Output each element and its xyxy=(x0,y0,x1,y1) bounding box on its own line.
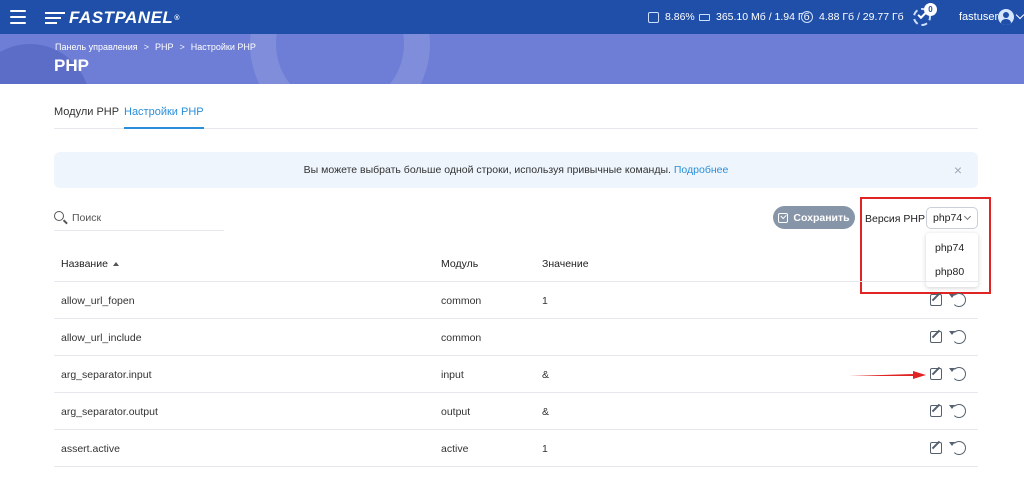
cell-module: input xyxy=(441,369,464,381)
breadcrumb-item: Настройки PHP xyxy=(190,42,256,52)
table-row[interactable]: arg_separator.input input & xyxy=(54,356,978,393)
cell-name: arg_separator.output xyxy=(61,406,158,418)
cell-value: & xyxy=(542,406,550,418)
breadcrumb-separator: > xyxy=(179,42,185,52)
column-header-value[interactable]: Значение xyxy=(542,258,589,270)
php-version-select[interactable]: php74 xyxy=(926,207,978,229)
chevron-down-icon xyxy=(963,212,972,221)
column-header-name[interactable]: Название xyxy=(61,258,119,270)
edit-icon[interactable] xyxy=(930,442,942,454)
breadcrumb-item[interactable]: PHP xyxy=(155,42,174,52)
brand-name: FASTPANEL xyxy=(69,8,174,27)
php-version-dropdown: php74 php80 xyxy=(926,233,978,287)
cell-value: 1 xyxy=(542,295,548,307)
page-title: PHP xyxy=(54,56,89,75)
menu-icon[interactable] xyxy=(10,10,26,24)
table-row[interactable]: assert.active active 1 xyxy=(54,430,978,467)
cell-name: arg_separator.input xyxy=(61,369,152,381)
username[interactable]: fastuser xyxy=(959,11,998,23)
header-decoration xyxy=(250,34,430,84)
cell-value: 1 xyxy=(542,443,548,455)
brand-logo[interactable]: FASTPANEL ® xyxy=(45,8,180,28)
cell-module: output xyxy=(441,406,471,418)
search-input[interactable] xyxy=(72,209,222,227)
tab-php-modules[interactable]: Модули PHP xyxy=(54,106,119,127)
save-button-label: Сохранить xyxy=(793,211,850,224)
edit-icon[interactable] xyxy=(930,405,942,417)
ram-usage: 365.10 Мб / 1.94 Гб xyxy=(699,11,810,23)
reset-icon[interactable] xyxy=(949,404,966,418)
disk-icon xyxy=(801,11,813,23)
cell-name: assert.active xyxy=(61,443,120,455)
php-version-selected: php74 xyxy=(933,212,963,224)
breadcrumb-item[interactable]: Панель управления xyxy=(55,42,138,52)
php-version-option[interactable]: php74 xyxy=(935,242,964,254)
cpu-value: 8.86% xyxy=(665,11,695,23)
edit-icon[interactable] xyxy=(930,368,942,380)
notice-message: Вы можете выбрать больше одной строки, и… xyxy=(303,164,671,176)
column-header-module[interactable]: Модуль xyxy=(441,258,478,270)
tab-bar: Модули PHP Настройки PHP xyxy=(54,100,978,129)
top-bar: FASTPANEL ® 8.86% 365.10 Мб / 1.94 Гб 4.8… xyxy=(0,0,1024,34)
annotation-arrow xyxy=(849,371,926,379)
column-header-label: Название xyxy=(61,258,108,270)
cell-module: common xyxy=(441,295,482,307)
php-version-option[interactable]: php80 xyxy=(935,266,964,278)
avatar-icon[interactable] xyxy=(998,9,1014,25)
reset-icon[interactable] xyxy=(949,441,966,455)
search-icon xyxy=(54,211,64,221)
brand-registered-mark: ® xyxy=(174,14,180,22)
table-row[interactable]: arg_separator.output output & xyxy=(54,393,978,430)
save-button[interactable]: Сохранить xyxy=(773,206,855,229)
info-notice: Вы можете выбрать больше одной строки, и… xyxy=(54,152,978,188)
table-divider xyxy=(54,466,978,467)
tasks-icon[interactable]: 0 xyxy=(913,3,937,26)
table-row[interactable]: allow_url_include common xyxy=(54,319,978,356)
close-icon[interactable]: × xyxy=(954,163,962,177)
ram-value: 365.10 Мб / 1.94 Гб xyxy=(716,11,810,23)
reset-icon[interactable] xyxy=(949,293,966,307)
edit-icon[interactable] xyxy=(930,331,942,343)
tasks-badge: 0 xyxy=(924,3,937,16)
table-row[interactable]: allow_url_fopen common 1 xyxy=(54,282,978,319)
sort-asc-icon xyxy=(112,262,119,266)
ram-icon xyxy=(699,13,710,21)
breadcrumb: Панель управления > PHP > Настройки PHP xyxy=(55,42,256,52)
cell-name: allow_url_fopen xyxy=(61,295,135,307)
save-icon xyxy=(778,212,789,223)
reset-icon[interactable] xyxy=(949,330,966,344)
cell-name: allow_url_include xyxy=(61,332,142,344)
php-version-label: Версия PHP xyxy=(865,213,925,225)
reset-icon[interactable] xyxy=(949,367,966,381)
tab-php-settings[interactable]: Настройки PHP xyxy=(124,106,204,129)
search-box xyxy=(54,207,224,231)
logo-mark-icon xyxy=(45,11,67,25)
edit-icon[interactable] xyxy=(930,294,942,306)
cell-module: active xyxy=(441,443,469,455)
cpu-usage: 8.86% xyxy=(648,11,695,23)
disk-usage: 4.88 Гб / 29.77 Гб xyxy=(801,11,904,23)
cell-module: common xyxy=(441,332,482,344)
breadcrumb-separator: > xyxy=(143,42,149,52)
disk-value: 4.88 Гб / 29.77 Гб xyxy=(819,11,904,23)
notice-more-link[interactable]: Подробнее xyxy=(674,164,728,176)
page-header: Панель управления > PHP > Настройки PHP … xyxy=(0,34,1024,84)
cell-value: & xyxy=(542,369,550,381)
cpu-icon xyxy=(648,11,659,23)
notice-text: Вы можете выбрать больше одной строки, и… xyxy=(54,164,978,176)
chevron-down-icon[interactable] xyxy=(1015,10,1024,20)
